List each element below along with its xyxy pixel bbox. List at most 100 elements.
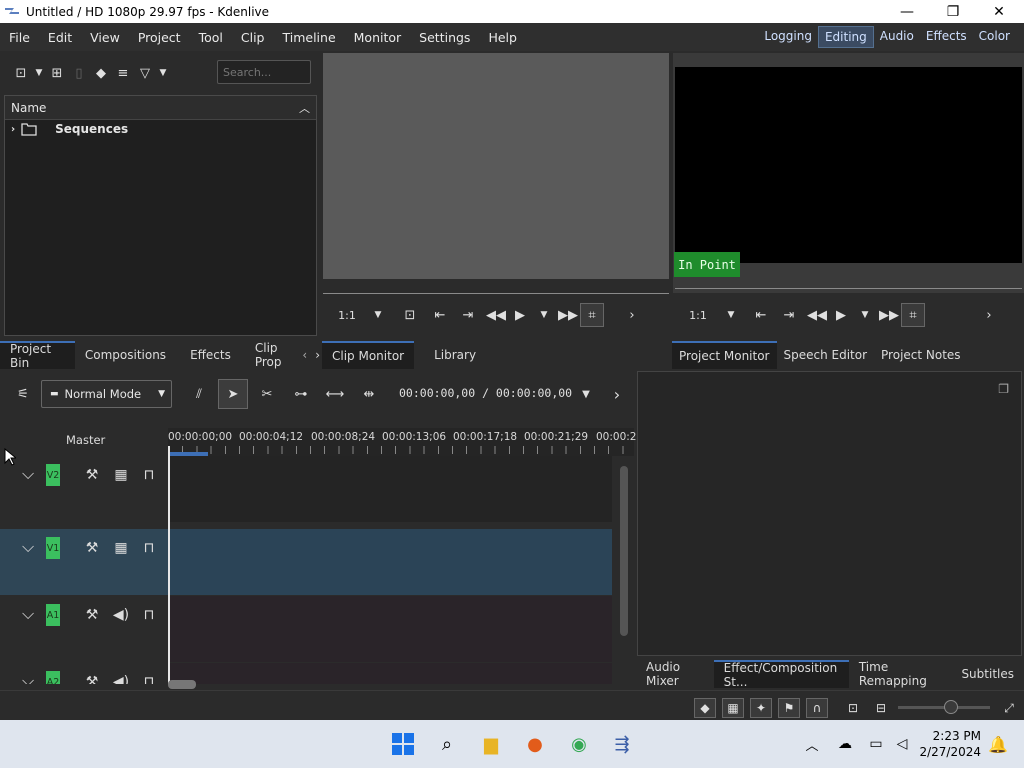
- tab-project-monitor[interactable]: Project Monitor: [672, 341, 777, 369]
- project-monitor-screen[interactable]: [675, 67, 1022, 263]
- menu-view[interactable]: View: [81, 30, 129, 45]
- layout-color[interactable]: Color: [973, 26, 1016, 48]
- layout-audio[interactable]: Audio: [874, 26, 920, 48]
- notifications-icon[interactable]: 🔔: [984, 730, 1012, 758]
- menu-settings[interactable]: Settings: [410, 30, 479, 45]
- project-monitor-ruler[interactable]: [675, 279, 1022, 289]
- menu-monitor[interactable]: Monitor: [345, 30, 411, 45]
- track-lane[interactable]: [168, 663, 612, 684]
- tag-icon[interactable]: ◆: [90, 62, 112, 84]
- slide-tool-icon[interactable]: ⇹: [358, 383, 380, 405]
- play-options-chevron-icon[interactable]: ▼: [532, 303, 556, 327]
- project-play-icon[interactable]: ▶: [829, 303, 853, 327]
- razor-tool-icon[interactable]: ✂: [256, 383, 278, 405]
- maximize-button[interactable]: ❐: [930, 0, 976, 23]
- hide-track-icon[interactable]: ▦: [111, 465, 131, 485]
- timeline-vertical-scrollbar[interactable]: [620, 466, 628, 636]
- ripple-tool-icon[interactable]: ⊶: [290, 383, 312, 405]
- timeline-horizontal-scrollbar[interactable]: [168, 680, 196, 689]
- track-name[interactable]: A1: [46, 604, 60, 626]
- bin-search-input[interactable]: [217, 60, 311, 84]
- playhead[interactable]: [168, 446, 170, 684]
- timeline-timecode[interactable]: 00:00:00,00 / 00:00:00,00: [399, 386, 572, 400]
- timeline-ruler[interactable]: 00:00:00;00 00:00:04;12 00:00:08;24 00:0…: [168, 428, 636, 457]
- undock-icon[interactable]: ❐: [998, 382, 1009, 396]
- track-header[interactable]: ⌵ A1 ⚒ ◀) ⊓: [0, 596, 168, 662]
- tab-time-remapping[interactable]: Time Remapping: [849, 660, 952, 688]
- minimize-button[interactable]: —: [884, 0, 930, 23]
- menu-icon[interactable]: ≡: [112, 62, 134, 84]
- search-icon[interactable]: ⌕: [433, 730, 461, 758]
- track-collapse-icon[interactable]: ⌵: [22, 604, 34, 624]
- menu-timeline[interactable]: Timeline: [273, 30, 344, 45]
- track-collapse-icon[interactable]: ⌵: [22, 464, 34, 484]
- track-row[interactable]: ⌵ V1 ⚒ ▦ ⊓: [0, 529, 612, 595]
- menu-tool[interactable]: Tool: [190, 30, 232, 45]
- lock-track-icon[interactable]: ⊓: [139, 672, 159, 684]
- track-lane[interactable]: [168, 529, 612, 595]
- taskbar-clock[interactable]: 2:23 PM 2/27/2024: [919, 728, 981, 760]
- menu-edit[interactable]: Edit: [39, 30, 81, 45]
- tab-project-notes[interactable]: Project Notes: [874, 341, 968, 369]
- menu-clip[interactable]: Clip: [232, 30, 274, 45]
- add-clip-icon[interactable]: ⊡: [10, 62, 32, 84]
- menu-file[interactable]: File: [0, 30, 39, 45]
- menu-project[interactable]: Project: [129, 30, 190, 45]
- lock-track-icon[interactable]: ⊓: [139, 465, 159, 485]
- chrome-icon[interactable]: ◉: [565, 730, 593, 758]
- crop-icon[interactable]: ⌗: [580, 303, 604, 327]
- track-name[interactable]: A2: [46, 671, 60, 684]
- master-label[interactable]: Master: [66, 433, 105, 447]
- zoom-out-icon[interactable]: ⊟: [870, 698, 892, 718]
- clip-monitor-screen[interactable]: [323, 53, 669, 279]
- show-markers-icon[interactable]: ◆: [694, 698, 716, 718]
- layout-editing[interactable]: Editing: [817, 26, 874, 48]
- clip-overlay-icon[interactable]: ⊡: [398, 303, 422, 327]
- rewind-icon[interactable]: ◀◀: [484, 303, 508, 327]
- tab-subtitles[interactable]: Subtitles: [951, 660, 1024, 688]
- firefox-icon[interactable]: ●: [521, 730, 549, 758]
- track-collapse-icon[interactable]: ⌵: [22, 671, 34, 684]
- zoom-slider-handle[interactable]: [944, 700, 958, 714]
- track-effects-icon[interactable]: ⚒: [82, 672, 102, 684]
- start-icon[interactable]: [389, 730, 417, 758]
- track-name[interactable]: V1: [46, 537, 60, 559]
- show-thumbnails-icon[interactable]: ▦: [722, 698, 744, 718]
- zoom-in-icon[interactable]: ⤢: [998, 698, 1020, 718]
- chevron-down-icon[interactable]: ▼: [32, 62, 46, 84]
- track-name[interactable]: V2: [46, 464, 60, 486]
- project-rewind-icon[interactable]: ◀◀: [805, 303, 829, 327]
- tray-chevron-icon[interactable]: ︿: [798, 730, 826, 758]
- hide-track-icon[interactable]: ▦: [111, 538, 131, 558]
- tab-clip-monitor[interactable]: Clip Monitor: [322, 341, 415, 369]
- show-audio-icon[interactable]: ✦: [750, 698, 772, 718]
- set-out-point-icon[interactable]: ⇥: [456, 303, 480, 327]
- show-flags-icon[interactable]: ⚑: [778, 698, 800, 718]
- track-header[interactable]: ⌵ V2 ⚒ ▦ ⊓: [0, 456, 168, 522]
- tab-project-bin[interactable]: Project Bin: [0, 341, 75, 370]
- select-tool-icon[interactable]: ➤: [218, 379, 248, 409]
- network-icon[interactable]: ▭: [862, 730, 890, 758]
- delete-icon[interactable]: ▯: [68, 62, 90, 84]
- tab-compositions[interactable]: Compositions: [75, 341, 176, 369]
- project-more-icon[interactable]: ›: [977, 303, 1001, 327]
- play-icon[interactable]: ▶: [508, 303, 532, 327]
- project-forward-icon[interactable]: ▶▶: [877, 303, 901, 327]
- slip-tool-icon[interactable]: ⟷: [324, 383, 346, 405]
- track-header[interactable]: ⌵ V1 ⚒ ▦ ⊓: [0, 529, 168, 595]
- clip-more-icon[interactable]: ›: [620, 303, 644, 327]
- project-set-out-icon[interactable]: ⇥: [777, 303, 801, 327]
- mute-track-icon[interactable]: ◀): [111, 605, 131, 625]
- timeline-more-icon[interactable]: ›: [606, 383, 628, 405]
- tab-effects[interactable]: Effects: [176, 341, 241, 369]
- lock-track-icon[interactable]: ⊓: [139, 605, 159, 625]
- track-row[interactable]: ⌵ V2 ⚒ ▦ ⊓: [0, 456, 612, 522]
- volume-icon[interactable]: ◁: [888, 730, 916, 758]
- track-effects-icon[interactable]: ⚒: [82, 465, 102, 485]
- project-zoom-chevron-icon[interactable]: ▼: [719, 303, 743, 327]
- cloud-icon[interactable]: ☁: [831, 730, 859, 758]
- edit-mode-select[interactable]: ▬ Normal Mode ▼: [41, 380, 172, 408]
- set-in-point-icon[interactable]: ⇤: [428, 303, 452, 327]
- spacer-tool-icon[interactable]: ⫽: [188, 383, 210, 405]
- close-button[interactable]: ✕: [976, 0, 1022, 23]
